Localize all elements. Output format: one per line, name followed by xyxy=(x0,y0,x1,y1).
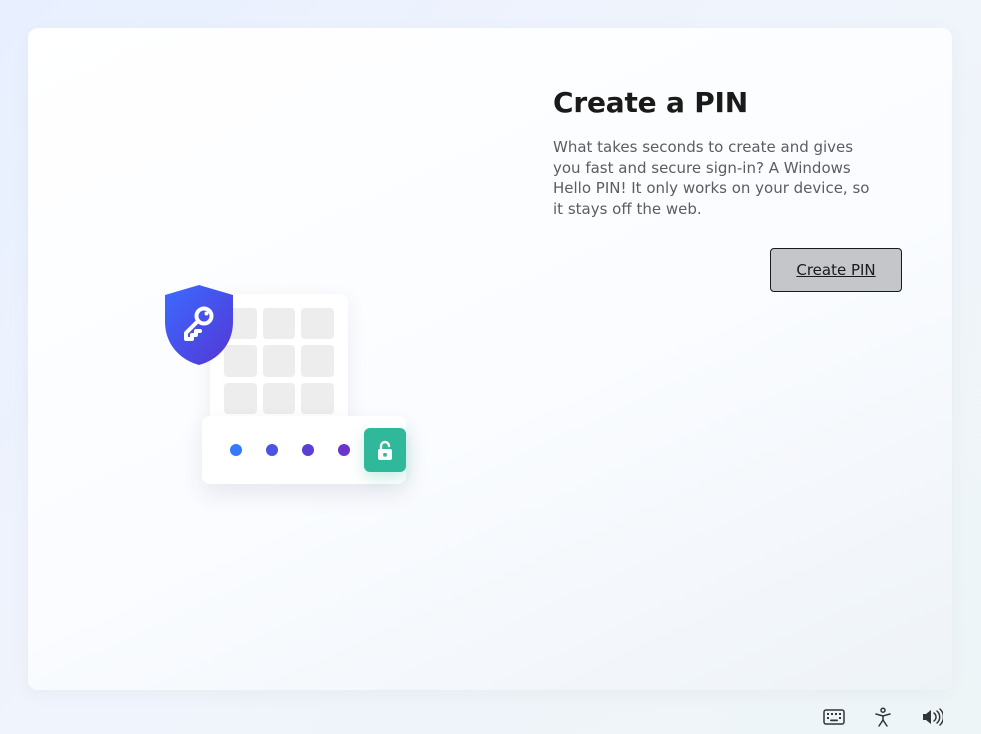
pin-illustration xyxy=(158,282,418,502)
oobe-taskbar xyxy=(823,707,943,727)
keyboard-icon[interactable] xyxy=(823,709,845,725)
pinpad-key xyxy=(301,383,334,414)
pin-dot xyxy=(338,444,350,456)
pinpad-key xyxy=(263,383,296,414)
illustration-pane xyxy=(28,28,553,690)
pin-dot xyxy=(302,444,314,456)
accessibility-icon[interactable] xyxy=(873,707,893,727)
pinpad-key xyxy=(263,345,296,376)
pinpad-key xyxy=(301,345,334,376)
pinpad-key xyxy=(301,308,334,339)
page-title: Create a PIN xyxy=(553,86,902,119)
pin-dot xyxy=(266,444,278,456)
content-pane: Create a PIN What takes seconds to creat… xyxy=(553,28,952,690)
shield-key-icon xyxy=(158,282,240,368)
pin-dot xyxy=(230,444,242,456)
unlock-icon xyxy=(364,428,406,472)
pinpad-key xyxy=(263,308,296,339)
volume-icon[interactable] xyxy=(921,708,943,726)
pinpad-key xyxy=(224,383,257,414)
oobe-card: Create a PIN What takes seconds to creat… xyxy=(28,28,952,690)
button-row: Create PIN xyxy=(553,248,902,292)
create-pin-button[interactable]: Create PIN xyxy=(770,248,902,292)
page-description: What takes seconds to create and gives y… xyxy=(553,137,883,220)
